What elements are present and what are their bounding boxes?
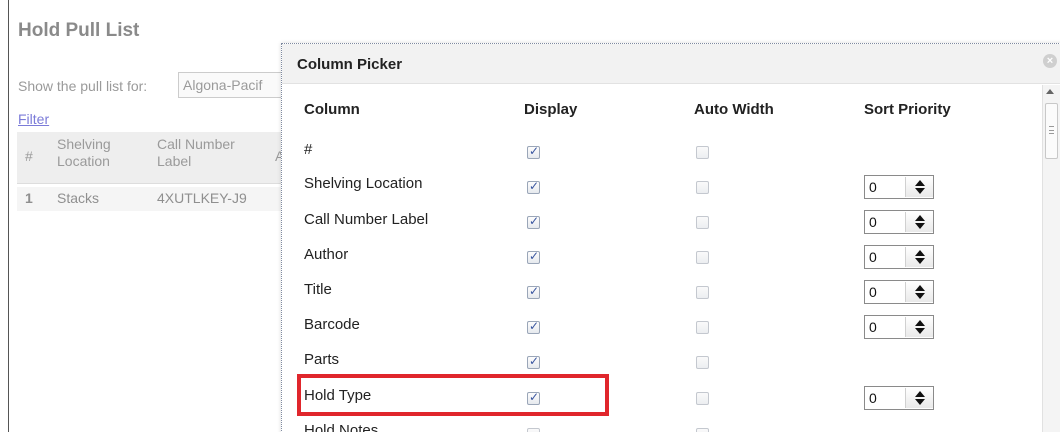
column-row-label: Call Number Label <box>304 211 429 228</box>
display-checkbox[interactable] <box>527 354 540 369</box>
column-row-label: Author <box>304 246 349 263</box>
grip-icon <box>1049 126 1054 134</box>
display-checkbox[interactable] <box>527 284 540 299</box>
auto-width-checkbox[interactable] <box>696 181 709 194</box>
auto-width-checkbox[interactable] <box>696 356 709 369</box>
sort-priority-spinner[interactable]: 0 <box>864 315 934 339</box>
column-picker-dialog: Column Picker × Column Display Auto Widt… <box>281 43 1060 432</box>
auto-width-checkbox[interactable] <box>696 286 709 299</box>
spinner-arrows-icon[interactable] <box>905 282 933 302</box>
sort-priority-spinner[interactable]: 0 <box>864 245 934 269</box>
sort-priority-value: 0 <box>869 179 877 195</box>
column-row-label: Barcode <box>304 316 360 333</box>
row-call-number-label: 4XUTLKEY-J9 <box>157 190 247 206</box>
grid-header-number[interactable]: # <box>25 148 33 165</box>
dialog-scrollbar[interactable] <box>1042 85 1060 432</box>
table-row[interactable]: 1 Stacks 4XUTLKEY-J9 <box>17 187 287 211</box>
scroll-up-icon[interactable] <box>1046 89 1054 94</box>
display-checkbox[interactable] <box>527 319 540 334</box>
filter-link[interactable]: Filter <box>18 111 49 127</box>
display-checkbox[interactable] <box>527 249 540 264</box>
sort-priority-value: 0 <box>869 214 877 230</box>
display-checkbox[interactable] <box>527 428 540 432</box>
sort-priority-spinner[interactable]: 0 <box>864 280 934 304</box>
sort-priority-value: 0 <box>869 319 877 335</box>
sort-priority-value: 0 <box>869 249 877 265</box>
auto-width-checkbox[interactable] <box>696 216 709 229</box>
display-checkbox[interactable] <box>527 214 540 229</box>
spinner-arrows-icon[interactable] <box>905 388 933 408</box>
dialog-title: Column Picker <box>297 56 403 73</box>
auto-width-checkbox[interactable] <box>696 251 709 264</box>
spinner-arrows-icon[interactable] <box>905 247 933 267</box>
grid-header-call-number-label[interactable]: Call Number Label <box>157 136 235 170</box>
auto-width-checkbox[interactable] <box>696 146 709 159</box>
row-shelving-location: Stacks <box>57 190 100 206</box>
display-checkbox[interactable] <box>527 179 540 194</box>
hold-type-highlight <box>297 374 609 416</box>
column-row-label: Shelving Location <box>304 175 423 192</box>
header-display: Display <box>524 101 578 118</box>
auto-width-checkbox[interactable] <box>696 392 709 405</box>
pull-list-grid: # Shelving Location Call Number Label A … <box>17 132 287 212</box>
sort-priority-spinner[interactable]: 0 <box>864 210 934 234</box>
sort-priority-value: 0 <box>869 390 877 406</box>
header-column: Column <box>304 101 360 118</box>
header-sort-priority: Sort Priority <box>864 101 951 118</box>
close-icon[interactable]: × <box>1043 54 1057 68</box>
row-number: 1 <box>25 190 33 206</box>
scroll-thumb[interactable] <box>1045 103 1058 159</box>
sort-priority-value: 0 <box>869 284 877 300</box>
spinner-arrows-icon[interactable] <box>905 177 933 197</box>
header-auto-width: Auto Width <box>694 101 774 118</box>
column-row-label: Title <box>304 281 332 298</box>
column-row-label: # <box>304 141 313 158</box>
library-select[interactable]: Algona-Pacif <box>178 72 288 98</box>
page-title: Hold Pull List <box>18 20 140 41</box>
column-row-label: Parts <box>304 351 340 368</box>
show-pull-list-label: Show the pull list for: <box>18 78 148 94</box>
page-left-border <box>8 0 9 432</box>
dialog-titlebar[interactable]: Column Picker <box>282 44 1060 84</box>
display-checkbox[interactable] <box>527 144 540 159</box>
sort-priority-spinner[interactable]: 0 <box>864 386 934 410</box>
spinner-arrows-icon[interactable] <box>905 317 933 337</box>
column-row-label: Hold Notes <box>304 422 379 432</box>
sort-priority-spinner[interactable]: 0 <box>864 175 934 199</box>
spinner-arrows-icon[interactable] <box>905 212 933 232</box>
auto-width-checkbox[interactable] <box>696 428 709 432</box>
auto-width-checkbox[interactable] <box>696 321 709 334</box>
